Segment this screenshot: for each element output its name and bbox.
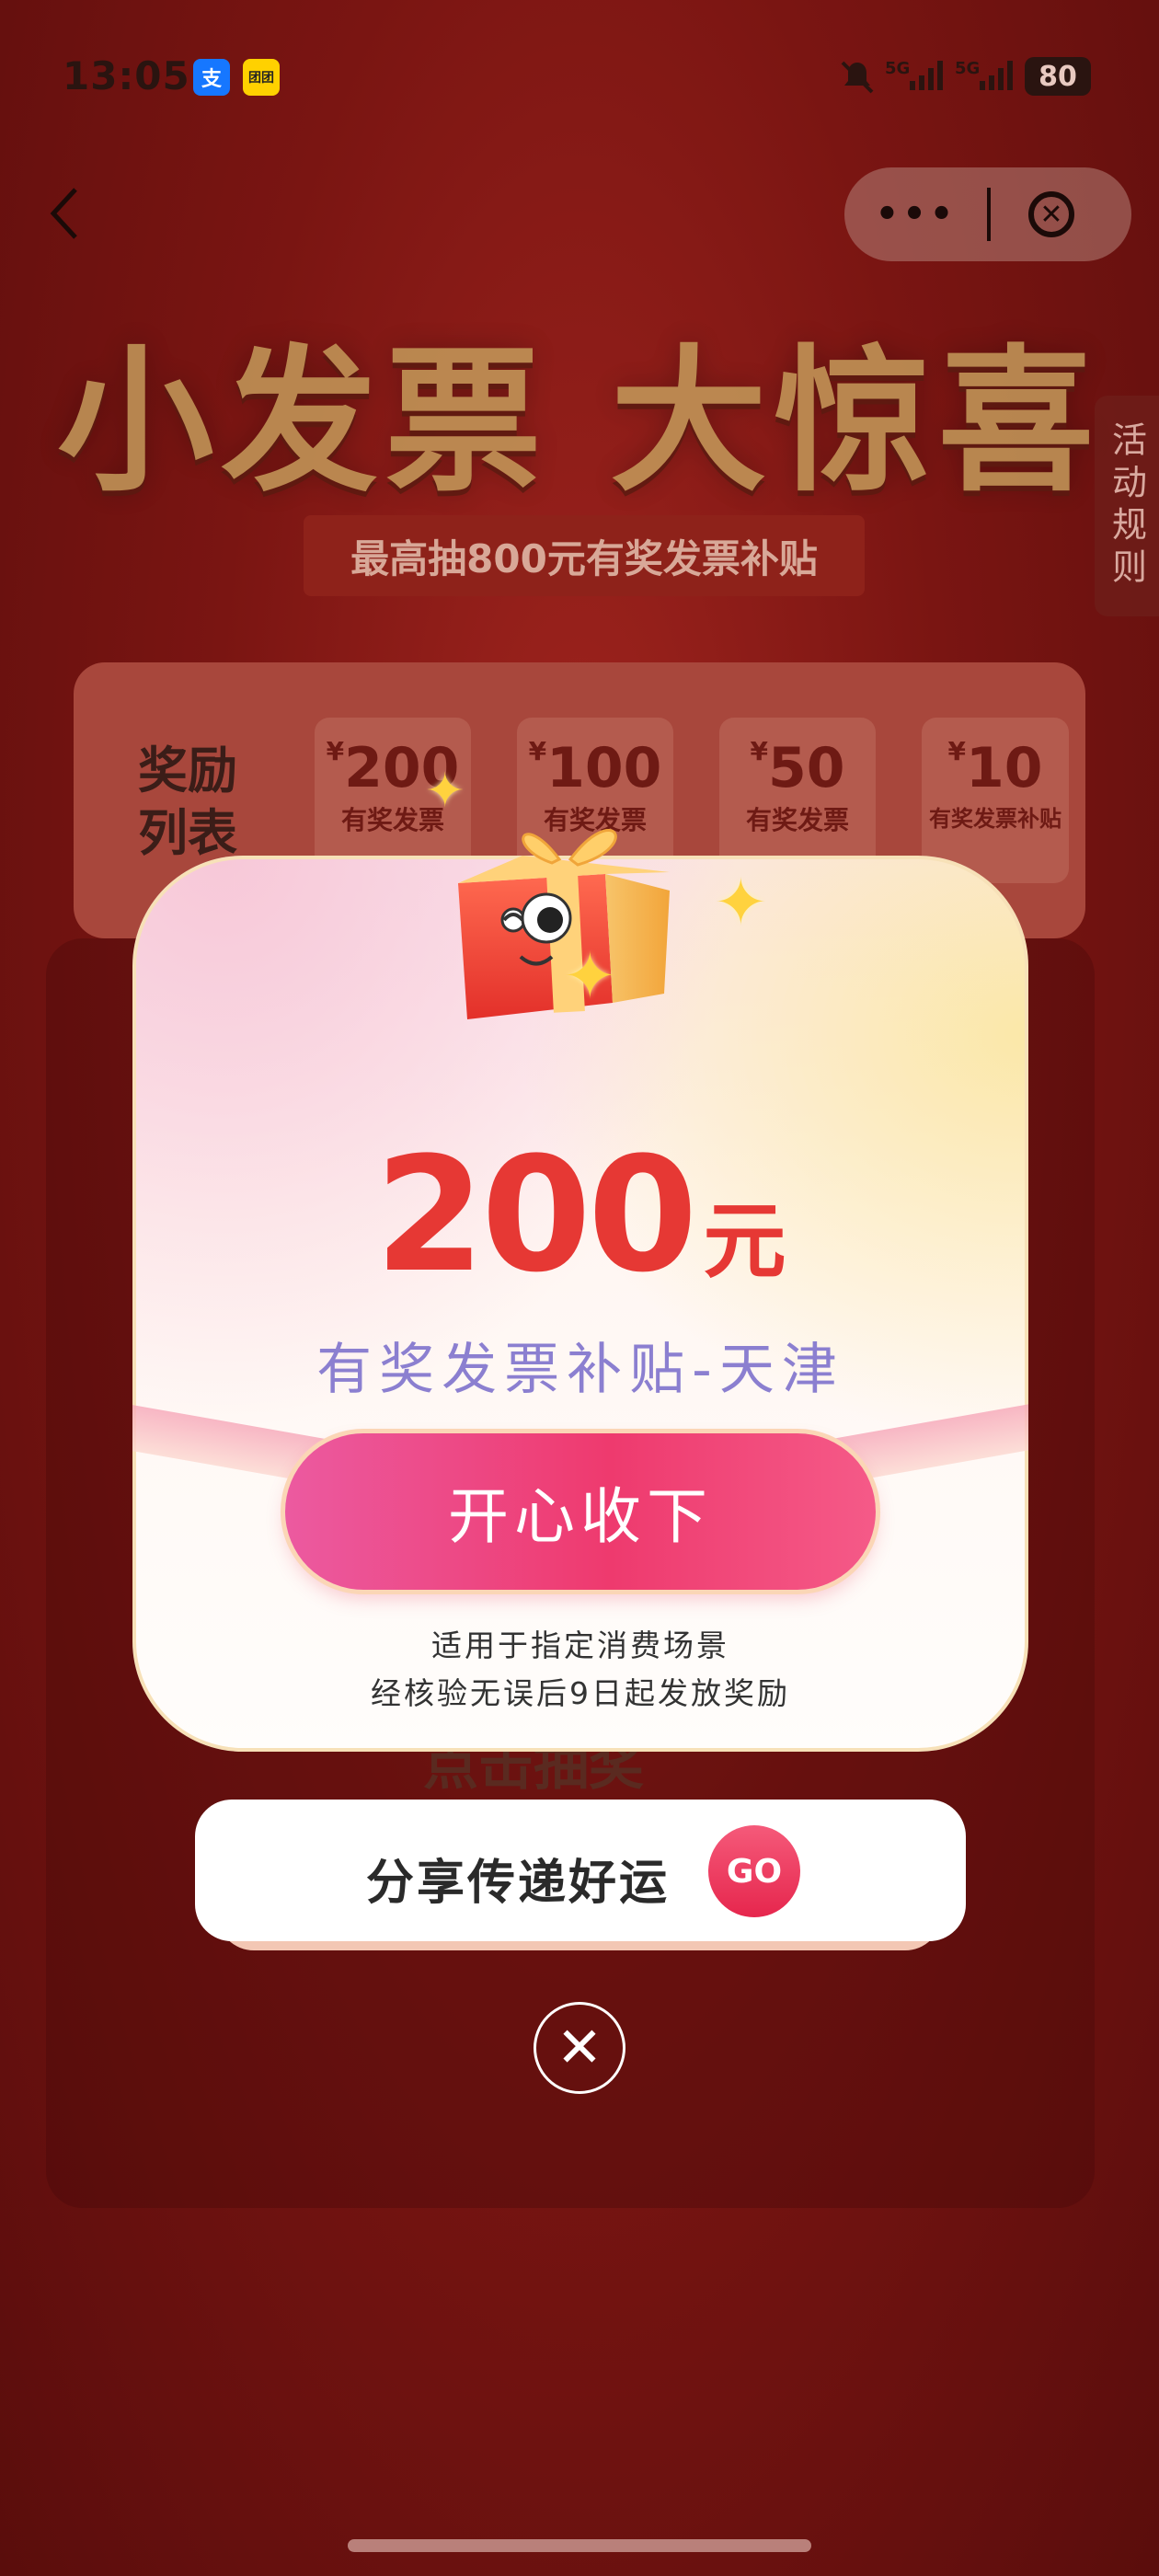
verification-note: 经核验无误后9日起发放奖励 (371, 1675, 790, 1711)
prize-amount-row: 200 元 (132, 1122, 1028, 1307)
status-bar: 13:05 支 团团 5G 5G 80 (0, 0, 1159, 156)
signal-icon: 5G (885, 59, 947, 97)
battery-icon: 80 (1025, 57, 1091, 96)
prize-name: 有奖发票补贴-天津 (316, 1338, 844, 1402)
prize-desc: 有奖发票 (745, 805, 849, 835)
banner-subtitle-ribbon: 最高抽800元有奖发票补贴 (304, 515, 865, 596)
prize-currency: ¥ (947, 736, 966, 766)
close-circle-icon: ✕ (556, 2016, 603, 2080)
prize-amount: 50 (767, 736, 845, 800)
alipay-icon: 支 (193, 59, 230, 96)
back-button[interactable] (46, 184, 101, 248)
close-mini-program-button[interactable]: ✕ (1028, 191, 1074, 237)
prize-amount: 10 (965, 736, 1043, 800)
banner-subtitle: 最高抽800元有奖发票补贴 (350, 535, 818, 581)
home-indicator[interactable] (348, 2539, 811, 2552)
mute-icon (839, 59, 876, 104)
prize-currency: ¥ (326, 736, 345, 766)
accept-button[interactable]: 开心收下 (285, 1433, 876, 1590)
meituan-icon: 团团 (243, 59, 280, 96)
prize-currency: ¥ (528, 736, 547, 766)
rules-tab[interactable]: 活动规则 (1095, 396, 1159, 616)
signal-label: 5G (885, 59, 911, 78)
sparkle-icon: ✦ (563, 938, 617, 1014)
share-bar[interactable]: 分享传递好运 GO (195, 1800, 966, 1941)
more-icon: ••• (875, 193, 958, 236)
prize-currency: ¥ (750, 736, 768, 766)
signal-label-2: 5G (955, 59, 981, 78)
back-icon (50, 188, 77, 239)
prize-amount-unit: 元 (703, 1193, 786, 1290)
more-button[interactable]: ••• (844, 167, 988, 261)
go-button[interactable]: GO (708, 1825, 800, 1917)
usage-note: 适用于指定消费场景 (431, 1627, 729, 1663)
close-modal-button[interactable]: ✕ (534, 2002, 625, 2094)
prize-desc: 有奖发票补贴 (929, 806, 1061, 832)
capsule-divider (987, 188, 991, 241)
share-label: 分享传递好运 (366, 1856, 671, 1911)
status-time: 13:05 (63, 53, 190, 98)
prize-list-label: 奖励列表 (138, 742, 237, 862)
prize-amount-value: 200 (374, 1122, 697, 1307)
sparkle-icon: ✦ (714, 865, 768, 940)
mini-program-capsule: ••• ✕ (844, 167, 1131, 261)
sparkle-icon: ✦ (425, 764, 465, 819)
signal-icon-2: 5G (955, 59, 1016, 97)
banner-title: 小发票 大惊喜 (57, 331, 1102, 513)
close-icon: ✕ (1039, 198, 1063, 231)
